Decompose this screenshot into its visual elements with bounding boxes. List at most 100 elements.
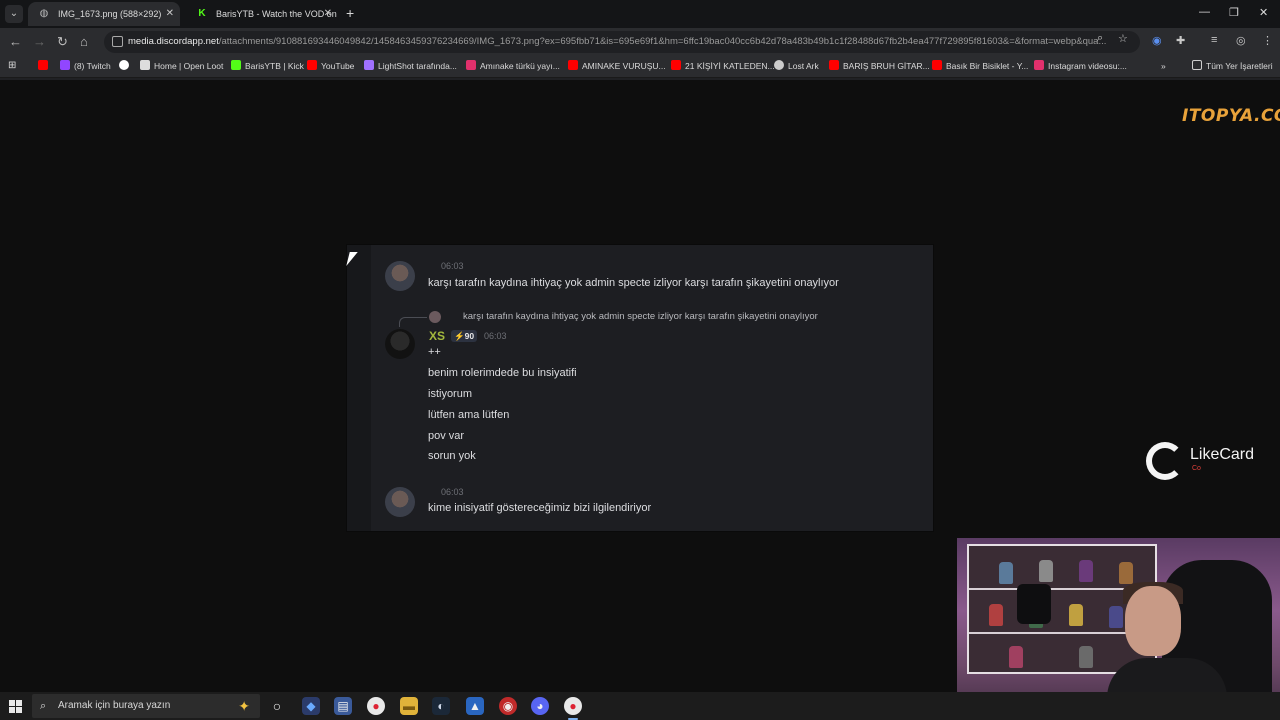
bookmark-6[interactable]: LightShot tarafında... xyxy=(364,60,457,72)
pinned-app-icon[interactable]: ▲ xyxy=(466,697,484,715)
itopya-logo: ITOPYA.COM xyxy=(1182,106,1280,126)
youtube-icon xyxy=(38,60,48,70)
riot-app-icon[interactable]: ◉ xyxy=(499,697,517,715)
media-control-icon[interactable]: ≡ xyxy=(1211,34,1217,46)
reply-connector xyxy=(399,317,427,327)
message-line: sorun yok xyxy=(428,450,476,462)
youtube-icon xyxy=(829,60,839,70)
extension-icon[interactable]: ◉ xyxy=(1152,34,1162,47)
home-icon[interactable]: ⌂ xyxy=(80,34,88,50)
extensions-puzzle-icon[interactable]: ✚ xyxy=(1176,34,1185,47)
all-bookmarks-folder[interactable]: Tüm Yer İşaretleri xyxy=(1192,60,1273,72)
tab-kick[interactable]: K BarisYTB - Watch the VOD on K ✕ xyxy=(186,2,338,26)
tab-strip: ⌄ ◍ IMG_1673.png (588×292) ✕ K BarisYTB … xyxy=(0,0,1280,28)
bolt-icon: ⚡ xyxy=(454,331,465,341)
displayed-image[interactable]: 06:03 karşı tarafın kaydına ihtiyaç yok … xyxy=(346,244,934,532)
kick-icon xyxy=(231,60,241,70)
bookmark-5[interactable]: YouTube xyxy=(307,60,354,72)
url-path: /attachments/910881693446049842/14584634… xyxy=(218,36,1107,47)
instagram-icon xyxy=(466,60,476,70)
sparkle-icon: ✦ xyxy=(238,698,250,714)
likecard-label: LikeCard xyxy=(1190,446,1255,463)
address-bar[interactable]: media.discordapp.net/attachments/9108816… xyxy=(104,31,1140,53)
youtube-icon xyxy=(568,60,578,70)
tab-image[interactable]: ◍ IMG_1673.png (588×292) ✕ xyxy=(28,2,180,26)
url-host: media.discordapp.net xyxy=(128,36,219,47)
close-tab-icon[interactable]: ✕ xyxy=(166,2,174,26)
youtube-icon xyxy=(307,60,317,70)
close-tab-icon[interactable]: ✕ xyxy=(324,2,332,26)
twitch-icon xyxy=(60,60,70,70)
site-info-icon[interactable] xyxy=(112,36,123,47)
bookmark-3[interactable]: Home | Open Loot xyxy=(140,60,223,72)
kick-icon: K xyxy=(198,8,206,19)
avatar xyxy=(385,329,415,359)
bookmark-1[interactable]: (8) Twitch xyxy=(60,60,111,72)
bookmark-4[interactable]: BarisYTB | Kick xyxy=(231,60,304,72)
chrome-icon[interactable]: ● xyxy=(367,697,385,715)
bookmark-7[interactable]: Amınake türkü yayı... xyxy=(466,60,560,72)
discord-icon[interactable]: ◕ xyxy=(531,697,549,715)
vpn-app-icon[interactable]: ◆ xyxy=(302,697,320,715)
bookmark-11[interactable]: BARIŞ BRUH GİTAR... xyxy=(829,60,930,72)
message-line: pov var xyxy=(428,430,465,442)
bookmark-10[interactable]: Lost Ark xyxy=(774,60,819,72)
close-window-icon[interactable]: ✕ xyxy=(1259,6,1268,19)
reply-avatar xyxy=(429,311,441,323)
taskbar: ⌕ Aramak için buraya yazın ✦ ○ ◆ ▤ ● ▬ ◐… xyxy=(0,692,1280,720)
bookmark-star-icon[interactable]: ☆ xyxy=(1118,32,1128,45)
steam-icon[interactable]: ◐ xyxy=(432,697,450,715)
tab-search-button[interactable]: ⌄ xyxy=(5,5,23,23)
menu-icon[interactable]: ⋮ xyxy=(1262,34,1273,47)
apps-grid-icon[interactable]: ⊞ xyxy=(8,60,16,72)
message-timestamp: 06:03 xyxy=(441,261,464,271)
tab-title: IMG_1673.png (588×292) xyxy=(58,9,162,19)
store-icon[interactable]: ▤ xyxy=(334,697,352,715)
bookmark-12[interactable]: Basık Bir Bisiklet - Y... xyxy=(932,60,1028,72)
globe-icon: ◍ xyxy=(39,8,49,19)
zoom-icon[interactable]: ⌕ xyxy=(1097,32,1103,45)
message-line: ++ xyxy=(428,346,441,358)
folder-icon xyxy=(1192,60,1202,70)
taskbar-search[interactable]: ⌕ Aramak için buraya yazın ✦ xyxy=(32,694,260,718)
instagram-icon xyxy=(1034,60,1044,70)
bookmark-0[interactable] xyxy=(38,60,52,72)
lightshot-icon xyxy=(364,60,374,70)
minimize-icon[interactable]: — xyxy=(1199,6,1210,18)
likecard-logo: LikeCard Co xyxy=(1146,442,1270,482)
bookmark-2[interactable] xyxy=(119,60,133,72)
bookmark-9[interactable]: 21 KİŞİYİ KATLEDEN... xyxy=(671,60,775,72)
image-left-strip xyxy=(347,245,371,531)
google-icon xyxy=(119,60,129,70)
search-icon: ⌕ xyxy=(40,700,47,712)
restore-icon[interactable]: ❐ xyxy=(1229,6,1239,19)
headset xyxy=(1017,584,1051,624)
message-timestamp: 06:03 xyxy=(441,487,464,497)
bookmarks-bar: ⊞ (8) Twitch Home | Open Loot BarisYTB |… xyxy=(0,56,1280,78)
message-line: benim rolerimdede bu insiyatifi xyxy=(428,367,577,379)
profile-icon[interactable]: ◎ xyxy=(1236,34,1246,47)
message-line: lütfen ama lütfen xyxy=(428,409,510,421)
forward-icon[interactable]: → xyxy=(33,34,46,50)
youtube-icon xyxy=(671,60,681,70)
reload-icon[interactable]: ↻ xyxy=(57,34,68,50)
back-icon[interactable]: ← xyxy=(9,34,22,50)
reply-preview-text: karşı tarafın kaydına ihtiyaç yok admin … xyxy=(463,311,818,322)
chrome-active-icon[interactable]: ● xyxy=(564,697,582,720)
username: XS xyxy=(429,329,446,343)
new-tab-button[interactable]: + xyxy=(346,5,354,21)
task-view-icon[interactable]: ○ xyxy=(268,697,286,715)
bookmark-8[interactable]: AMINAKE VURUŞU... xyxy=(568,60,666,72)
avatar xyxy=(385,261,415,291)
file-explorer-icon[interactable]: ▬ xyxy=(400,697,418,715)
bookmarks-overflow-icon[interactable]: » xyxy=(1161,60,1166,72)
tab-title: BarisYTB - Watch the VOD on K xyxy=(216,9,338,19)
start-button[interactable] xyxy=(9,700,22,713)
likecard-sub: Co xyxy=(1192,465,1201,472)
user-badge: ⚡90 xyxy=(451,330,478,342)
openloot-icon xyxy=(140,60,150,70)
message-timestamp: 06:03 xyxy=(484,331,507,341)
message-line: istiyorum xyxy=(428,388,473,400)
bookmark-13[interactable]: Instagram videosu:... xyxy=(1034,60,1127,72)
likecard-icon xyxy=(1146,442,1184,480)
